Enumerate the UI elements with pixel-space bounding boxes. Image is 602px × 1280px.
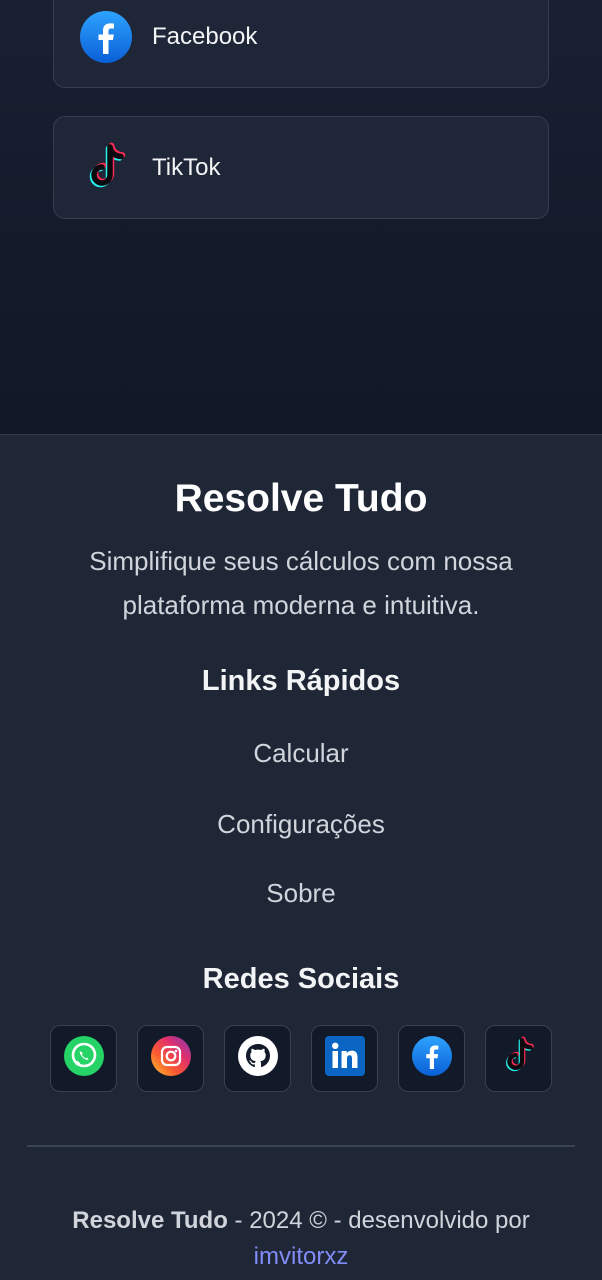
facebook-card-label: Facebook xyxy=(152,22,258,50)
facebook-icon xyxy=(411,1035,453,1082)
tiktok-icon xyxy=(498,1035,540,1082)
footer-divider xyxy=(27,1145,575,1147)
quick-links-title: Links Rápidos xyxy=(201,665,401,697)
quick-link-sobre[interactable]: Sobre xyxy=(0,878,602,909)
facebook-icon xyxy=(78,9,134,65)
quick-link-configuracoes[interactable]: Configurações xyxy=(0,809,602,840)
site-footer: Resolve Tudo Simplifique seus cálculos c… xyxy=(0,434,602,1280)
quick-link-calcular[interactable]: Calcular xyxy=(0,738,602,769)
facebook-button[interactable] xyxy=(398,1025,465,1092)
instagram-icon xyxy=(150,1035,192,1082)
linkedin-icon xyxy=(324,1035,366,1082)
copyright-brand: Resolve Tudo xyxy=(72,1207,228,1234)
tiktok-button[interactable] xyxy=(485,1025,552,1092)
social-links-section: Facebook TikTok xyxy=(0,0,602,434)
github-button[interactable] xyxy=(224,1025,291,1092)
tiktok-link-card[interactable]: TikTok xyxy=(53,116,549,219)
social-icons-row xyxy=(50,1025,552,1092)
facebook-link-card[interactable]: Facebook xyxy=(53,0,549,88)
linkedin-button[interactable] xyxy=(311,1025,378,1092)
whatsapp-icon xyxy=(63,1035,105,1082)
whatsapp-button[interactable] xyxy=(50,1025,117,1092)
tiktok-icon xyxy=(78,140,134,196)
author-link[interactable]: imvitorxz xyxy=(254,1243,349,1270)
github-icon xyxy=(237,1035,279,1082)
copyright-text: - 2024 © - desenvolvido por xyxy=(227,1207,530,1234)
copyright-notice: Resolve Tudo - 2024 © - desenvolvido por… xyxy=(0,1203,602,1275)
instagram-button[interactable] xyxy=(137,1025,204,1092)
tiktok-card-label: TikTok xyxy=(152,153,221,181)
footer-tagline: Simplifique seus cálculos com nossa plat… xyxy=(89,546,513,620)
footer-brand-title: Resolve Tudo xyxy=(174,477,428,520)
social-networks-title: Redes Sociais xyxy=(202,963,400,995)
